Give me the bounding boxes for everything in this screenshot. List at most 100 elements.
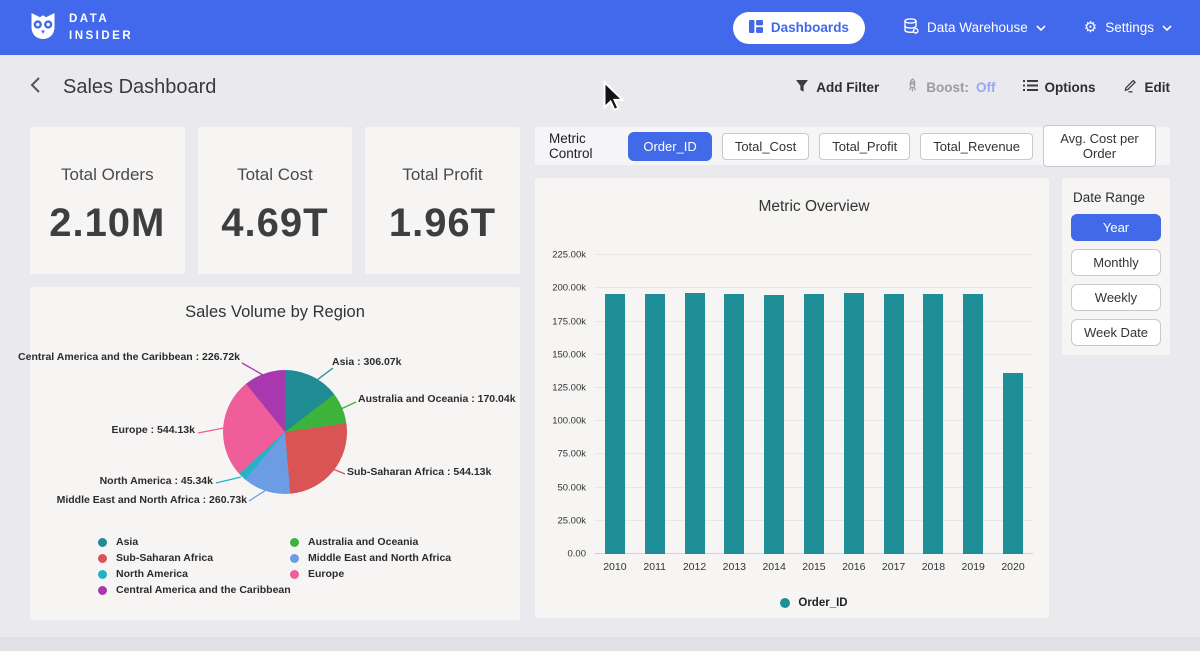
pie-callout-label: Asia : 306.07k [332,356,401,368]
filter-funnel-icon [795,79,809,96]
bar[interactable] [923,294,943,554]
database-icon [903,18,919,37]
bar[interactable] [884,294,904,554]
bar[interactable] [605,294,625,554]
bar-legend[interactable]: Order_ID [595,597,1033,609]
x-axis-label: 2017 [874,561,914,573]
legend-label: North America [116,568,188,580]
legend-item[interactable]: Australia and Oceania [290,534,451,550]
metric-chip-total-revenue[interactable]: Total_Revenue [920,133,1033,160]
bar[interactable] [764,295,784,554]
edit-label: Edit [1145,80,1171,95]
legend-item[interactable]: Asia [98,534,291,550]
kpi-label: Total Profit [402,165,482,185]
legend-label: Central America and the Caribbean [116,584,291,596]
kpi-card-total-orders[interactable]: Total Orders 2.10M [30,127,185,274]
dashboard-grid-icon [749,20,763,36]
kpi-label: Total Cost [237,165,313,185]
bar[interactable] [804,294,824,554]
y-axis-tick-label: 100.00k [552,416,586,427]
brand-line-2: INSIDER [69,28,133,45]
owl-logo-icon [28,9,58,46]
page-header: Sales Dashboard Add Filter Boost: Off [0,55,1200,119]
dashboards-button[interactable]: Dashboards [733,12,865,44]
settings-menu[interactable]: ⚙ Settings [1084,20,1172,35]
pie[interactable] [223,370,347,494]
legend-dot [290,554,299,563]
legend-item[interactable]: Europe [290,566,451,582]
legend-item[interactable]: Central America and the Caribbean [98,582,291,598]
legend-item[interactable]: North America [98,566,291,582]
bar-legend-dot [780,598,790,608]
options-button[interactable]: Options [1023,79,1096,95]
legend-label: Asia [116,536,138,548]
pie-callout-label: North America : 45.34k [100,475,213,487]
bar[interactable] [1003,373,1023,554]
bar[interactable] [844,293,864,554]
chevron-down-icon [1162,20,1172,35]
chevron-down-icon [1036,20,1046,35]
kpi-card-total-cost[interactable]: Total Cost 4.69T [198,127,353,274]
bar-legend-label: Order_ID [798,597,847,609]
kpi-value: 1.96T [389,201,496,246]
metric-chip-order-id[interactable]: Order_ID [628,132,711,161]
metric-chip-avg-cost-per-order[interactable]: Avg. Cost per Order [1043,125,1156,167]
date-range-weekly-button[interactable]: Weekly [1071,284,1161,311]
bar[interactable] [685,293,705,554]
legend-dot [98,570,107,579]
legend-dot [98,554,107,563]
date-range-week-date-button[interactable]: Week Date [1071,319,1161,346]
y-axis-tick-label: 125.00k [552,383,586,394]
dashboards-label: Dashboards [771,20,849,35]
legend-label: Europe [308,568,344,580]
bar[interactable] [963,294,983,554]
pie-callout-label: Central America and the Caribbean : 226.… [18,351,240,363]
bar-chart-title: Metric Overview [595,198,1033,216]
x-axis-label: 2016 [834,561,874,573]
page-title: Sales Dashboard [63,76,216,99]
kpi-value: 4.69T [221,201,328,246]
legend-dot [98,586,107,595]
y-axis-tick-label: 175.00k [552,316,586,327]
metric-chip-total-cost[interactable]: Total_Cost [722,133,809,160]
boost-toggle[interactable]: Boost: Off [906,78,995,96]
date-range-monthly-button[interactable]: Monthly [1071,249,1161,276]
metric-control-bar: Metric Control Order_ID Total_Cost Total… [535,127,1170,165]
legend-dot [290,538,299,547]
rocket-icon [906,78,919,96]
data-warehouse-menu[interactable]: Data Warehouse [903,18,1046,37]
options-label: Options [1045,80,1096,95]
x-axis-label: 2013 [714,561,754,573]
x-axis-label: 2010 [595,561,635,573]
legend-label: Middle East and North Africa [308,552,451,564]
pie-chart-card: Sales Volume by Region Asia : 306.07k Au… [30,287,520,620]
brand-line-1: DATA [69,11,133,28]
bottom-strip [0,637,1200,651]
bar-chart-card: Metric Overview 225.00k200.00k175.00k150… [535,178,1049,618]
x-axis-label: 2012 [675,561,715,573]
settings-label: Settings [1105,20,1154,35]
kpi-card-total-profit[interactable]: Total Profit 1.96T [365,127,520,274]
y-axis-tick-label: 150.00k [552,349,586,360]
pie-chart-title: Sales Volume by Region [30,287,520,322]
kpi-row: Total Orders 2.10M Total Cost 4.69T Tota… [30,127,520,274]
y-axis-tick-label: 25.00k [557,515,586,526]
legend-label: Australia and Oceania [308,536,418,548]
bar[interactable] [645,294,665,554]
add-filter-label: Add Filter [816,80,879,95]
pie-callout-label: Europe : 544.13k [112,424,195,436]
legend-item[interactable]: Sub-Saharan Africa [98,550,291,566]
brand[interactable]: DATA INSIDER [28,9,133,46]
add-filter-button[interactable]: Add Filter [795,79,879,96]
x-axis-label: 2011 [635,561,675,573]
x-axis-label: 2015 [794,561,834,573]
legend-item[interactable]: Middle East and North Africa [290,550,451,566]
bar[interactable] [724,294,744,554]
date-range-year-button[interactable]: Year [1071,214,1161,241]
metric-chip-total-profit[interactable]: Total_Profit [819,133,910,160]
bar-plot-area: 225.00k200.00k175.00k150.00k125.00k100.0… [595,242,1033,554]
pie-callout-label: Middle East and North Africa : 260.73k [57,494,247,506]
boost-value: Off [976,80,996,95]
edit-button[interactable]: Edit [1123,78,1171,96]
back-button[interactable] [30,76,41,99]
